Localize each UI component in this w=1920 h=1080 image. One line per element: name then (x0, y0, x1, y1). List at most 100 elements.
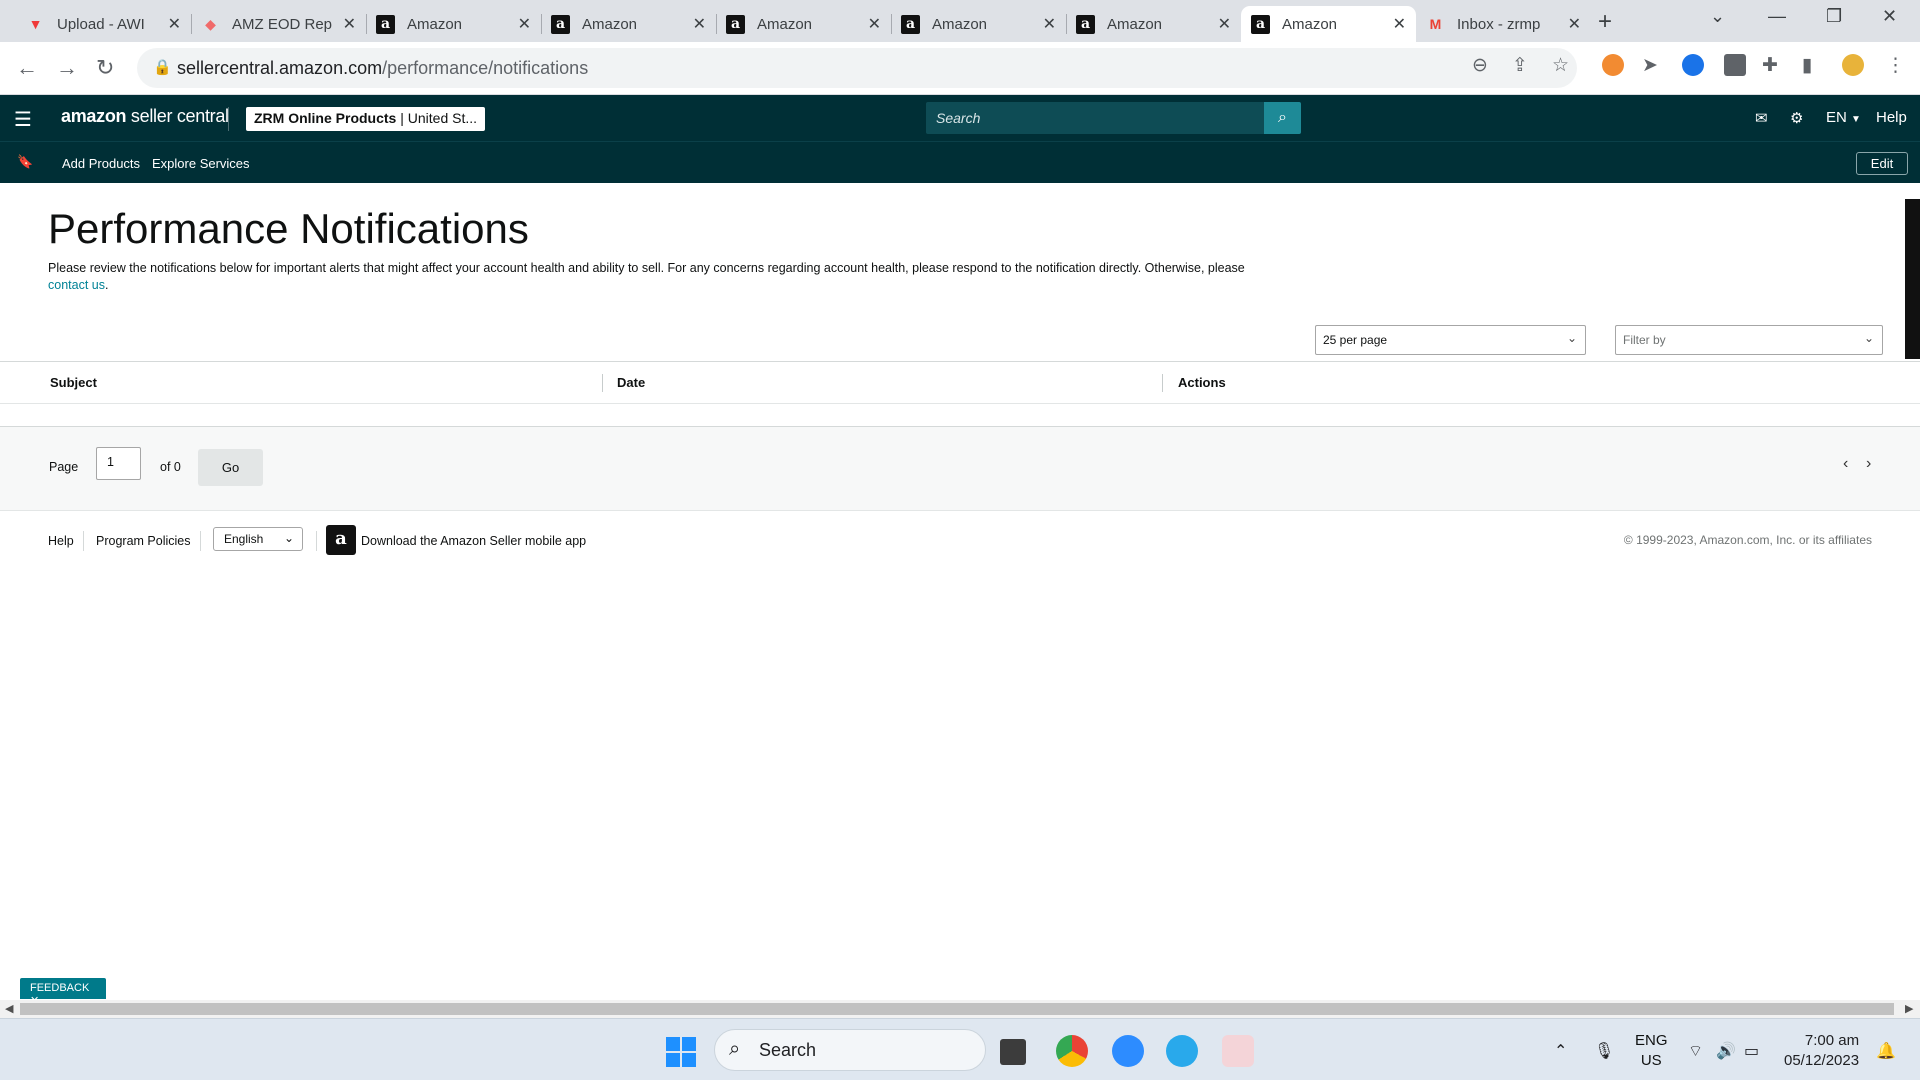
system-clock[interactable]: 7:00 am 05/12/2023 (1784, 1031, 1859, 1071)
browser-tab[interactable]: a Amazon ✕ (366, 6, 541, 42)
file-explorer-icon[interactable] (1000, 1039, 1026, 1065)
store-region: United St... (407, 110, 478, 126)
footer-language-value: English (224, 532, 264, 546)
browser-tab[interactable]: a Amazon ✕ (891, 6, 1066, 42)
mail-icon[interactable]: ✉ (1755, 109, 1768, 127)
tab-search-icon[interactable]: ⌄ (1710, 6, 1725, 27)
browser-tab[interactable]: a Amazon ✕ (1241, 6, 1416, 42)
browser-tab[interactable]: a Amazon ✕ (541, 6, 716, 42)
feedback-label: FEEDBACK (30, 982, 90, 994)
microphone-icon[interactable]: 🎙 (1594, 1041, 1614, 1061)
page-number-input[interactable]: 1 (96, 447, 141, 480)
close-tab-icon[interactable]: ✕ (518, 14, 531, 34)
share-icon[interactable]: ⇪ (1512, 54, 1528, 77)
scroll-right-icon[interactable]: ▶ (1905, 1002, 1913, 1015)
browser-tab[interactable]: a Amazon ✕ (716, 6, 891, 42)
windows-start-icon[interactable] (666, 1037, 696, 1067)
url-field[interactable]: 🔒 sellercentral.amazon.com/performance/n… (137, 48, 1577, 88)
forward-icon[interactable]: → (56, 55, 78, 81)
zoom-icon[interactable]: ⊖ (1472, 54, 1488, 77)
footer-language-select[interactable]: English ⌄ (213, 527, 303, 551)
close-window-button[interactable]: ✕ (1882, 6, 1897, 27)
amazon-app-icon[interactable]: a (326, 525, 356, 555)
column-actions: Actions (1178, 375, 1226, 390)
column-divider (1162, 374, 1163, 392)
telegram-icon[interactable] (1166, 1035, 1198, 1067)
side-widget[interactable] (1905, 199, 1920, 359)
browser-tab[interactable]: a Amazon ✕ (1066, 6, 1241, 42)
reload-icon[interactable]: ↻ (96, 55, 114, 81)
horizontal-scrollbar[interactable]: ◀ ▶ (0, 1000, 1920, 1018)
profile-avatar[interactable] (1842, 54, 1864, 76)
minimize-button[interactable]: — (1768, 6, 1786, 27)
battery-icon[interactable]: ▭ (1744, 1041, 1759, 1061)
address-bar-row: ← → ↻ 🔒 sellercentral.amazon.com/perform… (0, 42, 1920, 95)
bookmark-icon[interactable]: 🔖 (17, 154, 33, 170)
close-tab-icon[interactable]: ✕ (1218, 14, 1231, 34)
search-icon: ⌕ (729, 1038, 741, 1060)
back-icon[interactable]: ← (16, 55, 38, 81)
browser-tab[interactable]: ◆ AMZ EOD Rep ✕ (191, 6, 366, 42)
explore-services-link[interactable]: Explore Services (152, 156, 250, 171)
extension-blue-icon[interactable] (1682, 54, 1704, 76)
header-search-input[interactable]: Search (926, 102, 1264, 134)
scroll-left-icon[interactable]: ◀ (5, 1002, 13, 1015)
close-tab-icon[interactable]: ✕ (168, 14, 181, 34)
seller-central-logo[interactable]: amazon seller central (61, 106, 229, 127)
per-page-value: 25 per page (1323, 333, 1388, 347)
extensions-puzzle-icon[interactable]: ✚ (1762, 54, 1778, 77)
store-switcher[interactable]: ZRM Online Products | United St... (246, 107, 486, 131)
snipping-tool-icon[interactable] (1222, 1035, 1254, 1067)
extension-cursor-icon[interactable]: ➤ (1642, 54, 1658, 77)
column-subject[interactable]: Subject (50, 375, 97, 390)
close-tab-icon[interactable]: ✕ (1043, 14, 1056, 34)
bookmark-star-icon[interactable]: ☆ (1552, 54, 1569, 77)
close-tab-icon[interactable]: ✕ (1393, 14, 1406, 34)
scrollbar-thumb[interactable] (20, 1003, 1894, 1015)
search-button[interactable]: ⌕ (1264, 102, 1301, 134)
program-policies-link[interactable]: Program Policies (96, 534, 190, 548)
asana-icon: ◆ (205, 15, 216, 32)
close-tab-icon[interactable]: ✕ (693, 14, 706, 34)
previous-page-icon[interactable]: ‹ (1843, 455, 1848, 473)
column-date[interactable]: Date (617, 375, 645, 390)
taskbar-search[interactable]: ⌕ Search (714, 1029, 986, 1071)
notification-bell-icon[interactable]: 🔔 (1876, 1041, 1896, 1061)
volume-icon[interactable]: 🔊 (1716, 1041, 1736, 1061)
filter-by-select[interactable]: Filter by ⌄ (1615, 325, 1883, 355)
chrome-icon[interactable] (1056, 1035, 1088, 1067)
menu-kebab-icon[interactable]: ⋮ (1886, 54, 1905, 77)
feedback-button[interactable]: FEEDBACK ✕ (20, 978, 106, 1007)
language-selector[interactable]: EN ▼ (1826, 109, 1861, 126)
close-tab-icon[interactable]: ✕ (868, 14, 881, 34)
edit-bookmarks-button[interactable]: Edit (1856, 152, 1908, 175)
tab-title: Inbox - zrmp (1457, 15, 1541, 33)
clock-time: 7:00 am (1804, 1032, 1860, 1049)
wifi-icon[interactable]: ⌔ (1688, 1041, 1703, 1061)
footer-help-link[interactable]: Help (48, 534, 74, 548)
download-app-link[interactable]: Download the Amazon Seller mobile app (361, 534, 586, 548)
settings-gear-icon[interactable]: ⚙ (1790, 109, 1803, 127)
close-tab-icon[interactable]: ✕ (343, 14, 356, 34)
table-header: Subject Date Actions (0, 362, 1920, 404)
go-button[interactable]: Go (198, 449, 263, 486)
input-language-indicator[interactable]: ENG US (1635, 1031, 1668, 1071)
browser-tab-bar: ▼ Upload - AWI ✕ ◆ AMZ EOD Rep ✕ a Amazon ✕ a Amaz… (0, 0, 1920, 42)
close-tab-icon[interactable]: ✕ (1568, 14, 1581, 34)
extension-firefox-icon[interactable] (1602, 54, 1624, 76)
add-products-link[interactable]: Add Products (62, 156, 140, 171)
extension-off-icon[interactable] (1724, 54, 1746, 76)
new-tab-button[interactable]: + (1598, 8, 1612, 36)
restore-button[interactable]: ❐ (1826, 6, 1842, 27)
header-help-link[interactable]: Help (1876, 109, 1907, 126)
contact-us-link[interactable]: contact us (48, 278, 105, 292)
browser-tab[interactable]: M Inbox - zrmp ✕ (1416, 6, 1591, 42)
side-panel-icon[interactable]: ▮ (1802, 54, 1812, 77)
zoom-app-icon[interactable] (1112, 1035, 1144, 1067)
next-page-icon[interactable]: › (1866, 455, 1871, 473)
browser-tab[interactable]: ▼ Upload - AWI ✕ (16, 6, 191, 42)
hamburger-menu-icon[interactable]: ☰ (14, 107, 32, 132)
per-page-select[interactable]: 25 per page ⌄ (1315, 325, 1586, 355)
show-hidden-icons-icon[interactable]: ⌃ (1554, 1041, 1567, 1061)
footer-divider (200, 531, 201, 551)
